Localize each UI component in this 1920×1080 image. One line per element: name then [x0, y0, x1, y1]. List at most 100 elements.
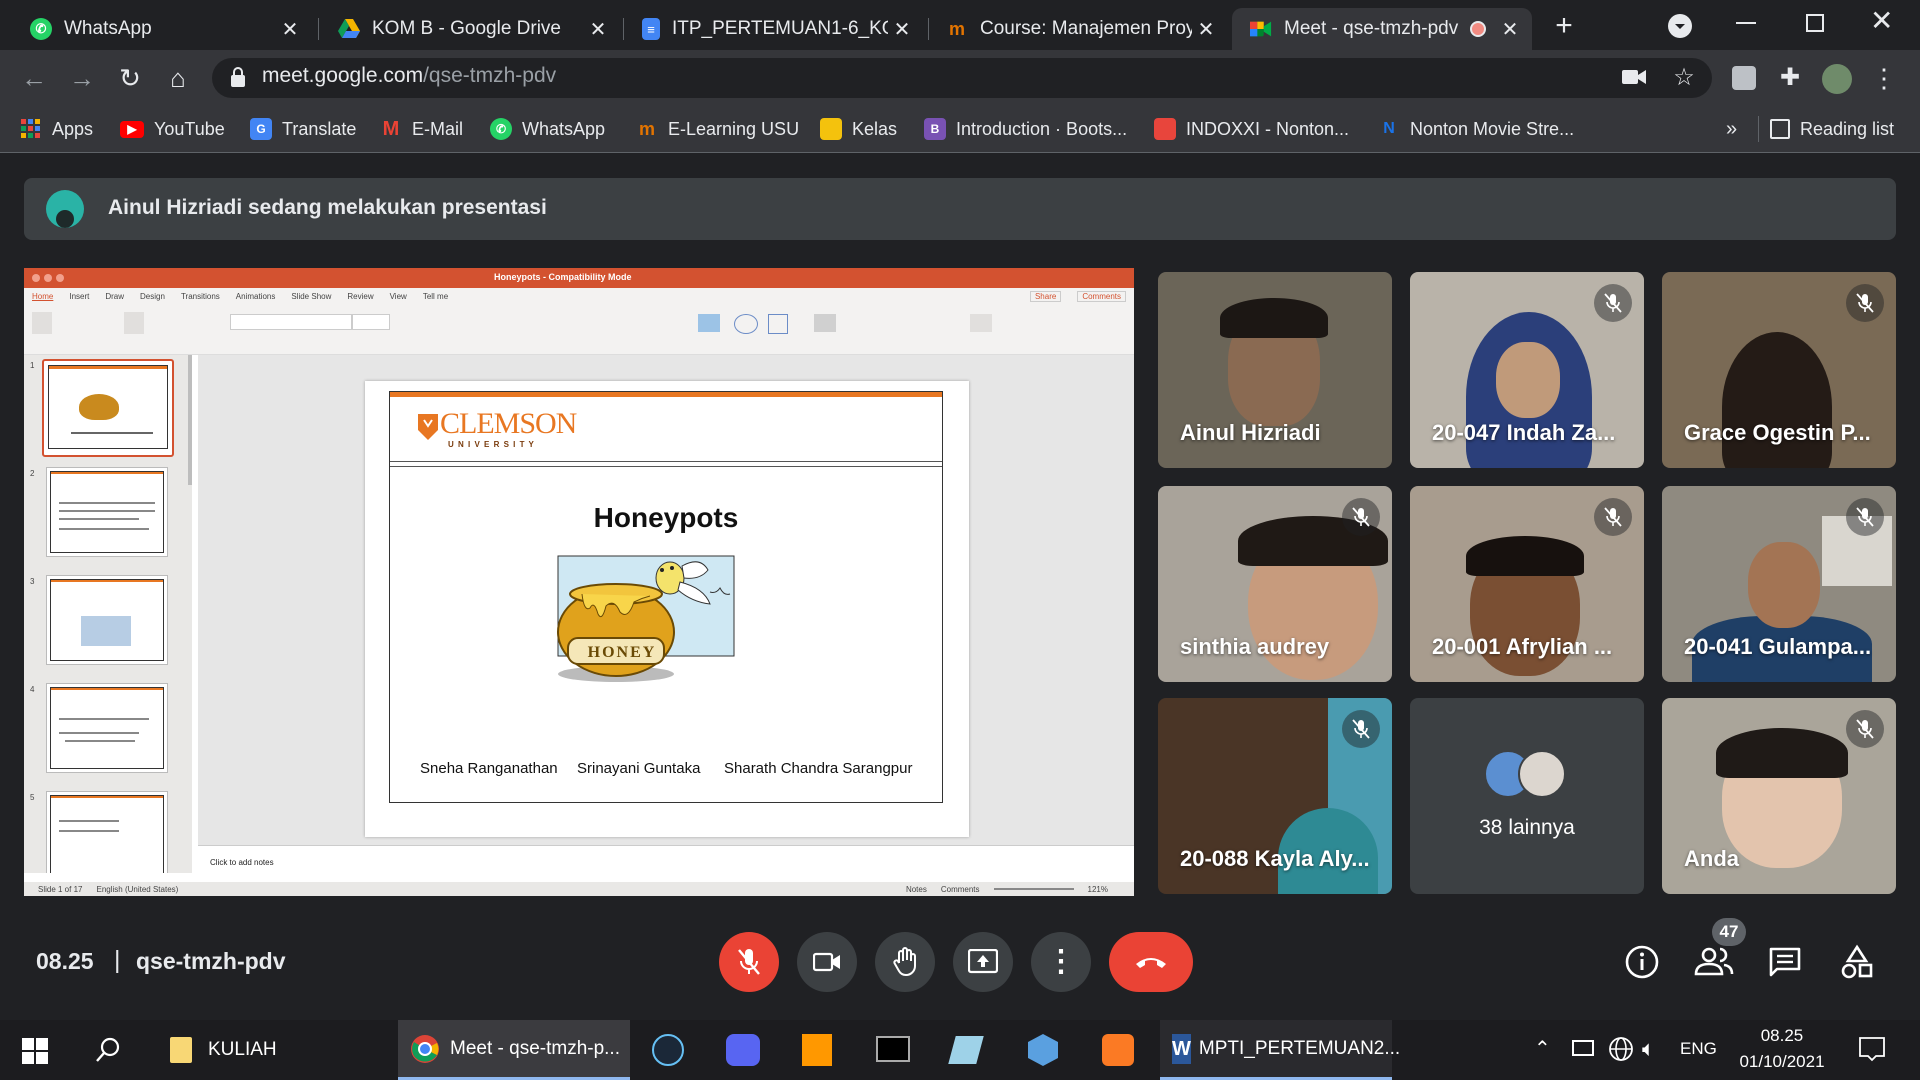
bookmark-kelas[interactable]: Kelas	[820, 114, 897, 144]
reload-button[interactable]: ↻	[110, 58, 150, 98]
bookmark-elearning[interactable]: m E-Learning USU	[636, 114, 799, 144]
ppt-menu-transitions[interactable]: Transitions	[181, 292, 220, 301]
shapes-icon[interactable]	[734, 314, 758, 334]
zoom-slider[interactable]	[993, 888, 1074, 890]
slide-thumbnail-2[interactable]	[46, 467, 168, 557]
leave-call-button[interactable]	[1109, 932, 1193, 992]
home-button[interactable]: ⌂	[158, 58, 198, 98]
bookmark-email[interactable]: M E-Mail	[380, 114, 463, 144]
taskbar-item-word[interactable]: W MPTI_PERTEMUAN2...	[1160, 1020, 1400, 1080]
meeting-details-button[interactable]	[1624, 944, 1660, 985]
microphone-toggle-button[interactable]	[719, 932, 779, 992]
more-participants-tile[interactable]: 38 lainnya	[1410, 698, 1644, 894]
bookmark-star-icon[interactable]: ☆	[1664, 58, 1704, 98]
bookmarks-overflow-button[interactable]: »	[1726, 114, 1737, 144]
participant-tile[interactable]: 20-088 Kayla Aly...	[1158, 698, 1392, 894]
bookmark-nonton-movie[interactable]: N Nonton Movie Stre...	[1378, 114, 1574, 144]
steam-icon[interactable]	[652, 1034, 684, 1066]
slide-thumbnail-1[interactable]	[42, 359, 174, 457]
participant-tile[interactable]: Grace Ogestin P...	[1662, 272, 1896, 468]
battery-icon[interactable]	[1572, 1040, 1594, 1056]
network-globe-icon[interactable]	[1608, 1036, 1634, 1067]
camera-toggle-button[interactable]	[797, 932, 857, 992]
more-options-button[interactable]: ⋮	[1031, 932, 1091, 992]
ppt-menu-design[interactable]: Design	[140, 292, 165, 301]
picture-icon[interactable]	[698, 314, 720, 332]
close-icon[interactable]: ✕	[584, 17, 612, 42]
close-icon[interactable]: ✕	[888, 17, 916, 42]
current-slide[interactable]: CLEMSON U N I V E R S I T Y Honeypots HO…	[365, 381, 969, 837]
ppt-share-button[interactable]: Share	[1029, 290, 1062, 302]
slide-thumbnail-pane[interactable]: 1 2 3 4 5	[24, 355, 192, 873]
bookmark-translate[interactable]: G Translate	[250, 114, 356, 144]
participant-tile[interactable]: sinthia audrey	[1158, 486, 1392, 682]
thumbnail-scrollbar[interactable]	[188, 355, 192, 485]
participant-tile[interactable]: 20-047 Indah Za...	[1410, 272, 1644, 468]
minimize-button[interactable]	[1736, 22, 1756, 24]
ppt-menu-tellme[interactable]: Tell me	[423, 292, 448, 301]
close-icon[interactable]: ✕	[276, 17, 304, 42]
close-icon[interactable]: ✕	[1192, 17, 1220, 42]
ppt-menu-animations[interactable]: Animations	[236, 292, 276, 301]
font-size-field[interactable]	[352, 314, 390, 330]
participant-tile[interactable]: 20-001 Afrylian ...	[1410, 486, 1644, 682]
ppt-menu-view[interactable]: View	[390, 292, 407, 301]
bookmark-bootstrap[interactable]: B Introduction · Boots...	[924, 114, 1127, 144]
participant-tile[interactable]: Anda	[1662, 698, 1896, 894]
taskbar-search-button[interactable]	[94, 1036, 122, 1069]
design-ideas-icon[interactable]	[970, 314, 992, 332]
bookmark-youtube[interactable]: ▶ YouTube	[120, 114, 225, 144]
bookmark-whatsapp[interactable]: ✆ WhatsApp	[490, 114, 605, 144]
volume-icon[interactable]: 🔈︎	[1642, 1036, 1655, 1062]
tab-google-docs[interactable]: ≡ ITP_PERTEMUAN1-6_KOM ✕	[624, 8, 924, 50]
taskbar-item-chrome[interactable]: Meet - qse-tmzh-p...	[398, 1020, 630, 1080]
ppt-menu-home[interactable]: Home	[32, 292, 53, 301]
taskbar-item-kuliah[interactable]: KULIAH	[160, 1020, 380, 1080]
forward-button[interactable]: →	[62, 58, 102, 98]
extensions-puzzle-icon[interactable]: ✚	[1770, 58, 1810, 98]
back-button[interactable]: ←	[14, 58, 54, 98]
people-button[interactable]	[1694, 944, 1734, 983]
reading-list-button[interactable]: Reading list	[1770, 114, 1894, 144]
browser-menu-icon[interactable]: ⋮	[1864, 58, 1904, 98]
tab-google-meet[interactable]: Meet - qse-tmzh-pdv ✕	[1232, 8, 1532, 50]
bookmark-apps[interactable]: Apps	[20, 114, 93, 144]
sublime-text-icon[interactable]	[802, 1034, 832, 1066]
new-slide-icon[interactable]	[124, 312, 144, 334]
font-name-field[interactable]	[230, 314, 352, 330]
tab-google-drive[interactable]: KOM B - Google Drive ✕	[320, 8, 620, 50]
tab-whatsapp[interactable]: ✆ WhatsApp ✕	[12, 8, 312, 50]
participant-tile[interactable]: 20-041 Gulampa...	[1662, 486, 1896, 682]
ppt-menu-review[interactable]: Review	[347, 292, 373, 301]
restore-button[interactable]	[1806, 14, 1824, 32]
command-prompt-icon[interactable]	[876, 1036, 910, 1062]
status-comments-button[interactable]: Comments	[941, 885, 980, 894]
notifications-button[interactable]	[1858, 1036, 1886, 1067]
activities-button[interactable]	[1840, 944, 1874, 985]
new-tab-button[interactable]: +	[1544, 6, 1584, 46]
participant-tile[interactable]: Ainul Hizriadi	[1158, 272, 1392, 468]
ppt-menu-slideshow[interactable]: Slide Show	[291, 292, 331, 301]
presentation-screen[interactable]: Honeypots - Compatibility Mode Home Inse…	[24, 268, 1134, 896]
taskbar-clock-time[interactable]: 08.25	[1734, 1026, 1830, 1046]
ppt-menu-draw[interactable]: Draw	[105, 292, 124, 301]
camera-in-use-icon[interactable]	[1622, 68, 1646, 91]
ppt-comments-button[interactable]: Comments	[1077, 290, 1126, 302]
extension-icon[interactable]	[1732, 66, 1756, 90]
slide-thumbnail-3[interactable]	[46, 575, 168, 665]
xampp-icon[interactable]	[1102, 1034, 1134, 1066]
paste-icon[interactable]	[32, 312, 52, 334]
chat-button[interactable]	[1768, 946, 1802, 983]
tab-search-button[interactable]	[1668, 14, 1692, 38]
present-now-button[interactable]	[953, 932, 1013, 992]
discord-icon[interactable]	[726, 1034, 760, 1066]
ppt-menu-insert[interactable]: Insert	[69, 292, 89, 301]
tab-elearning-course[interactable]: m Course: Manajemen Proye ✕	[928, 8, 1228, 50]
notes-pane[interactable]: Click to add notes	[198, 845, 1134, 882]
slide-thumbnail-4[interactable]	[46, 683, 168, 773]
input-language[interactable]: ENG	[1680, 1039, 1717, 1059]
textbox-icon[interactable]	[768, 314, 788, 334]
window-close-button[interactable]: ✕	[1870, 4, 1893, 37]
profile-avatar[interactable]	[1822, 64, 1852, 94]
windows-start-button[interactable]	[22, 1038, 48, 1069]
